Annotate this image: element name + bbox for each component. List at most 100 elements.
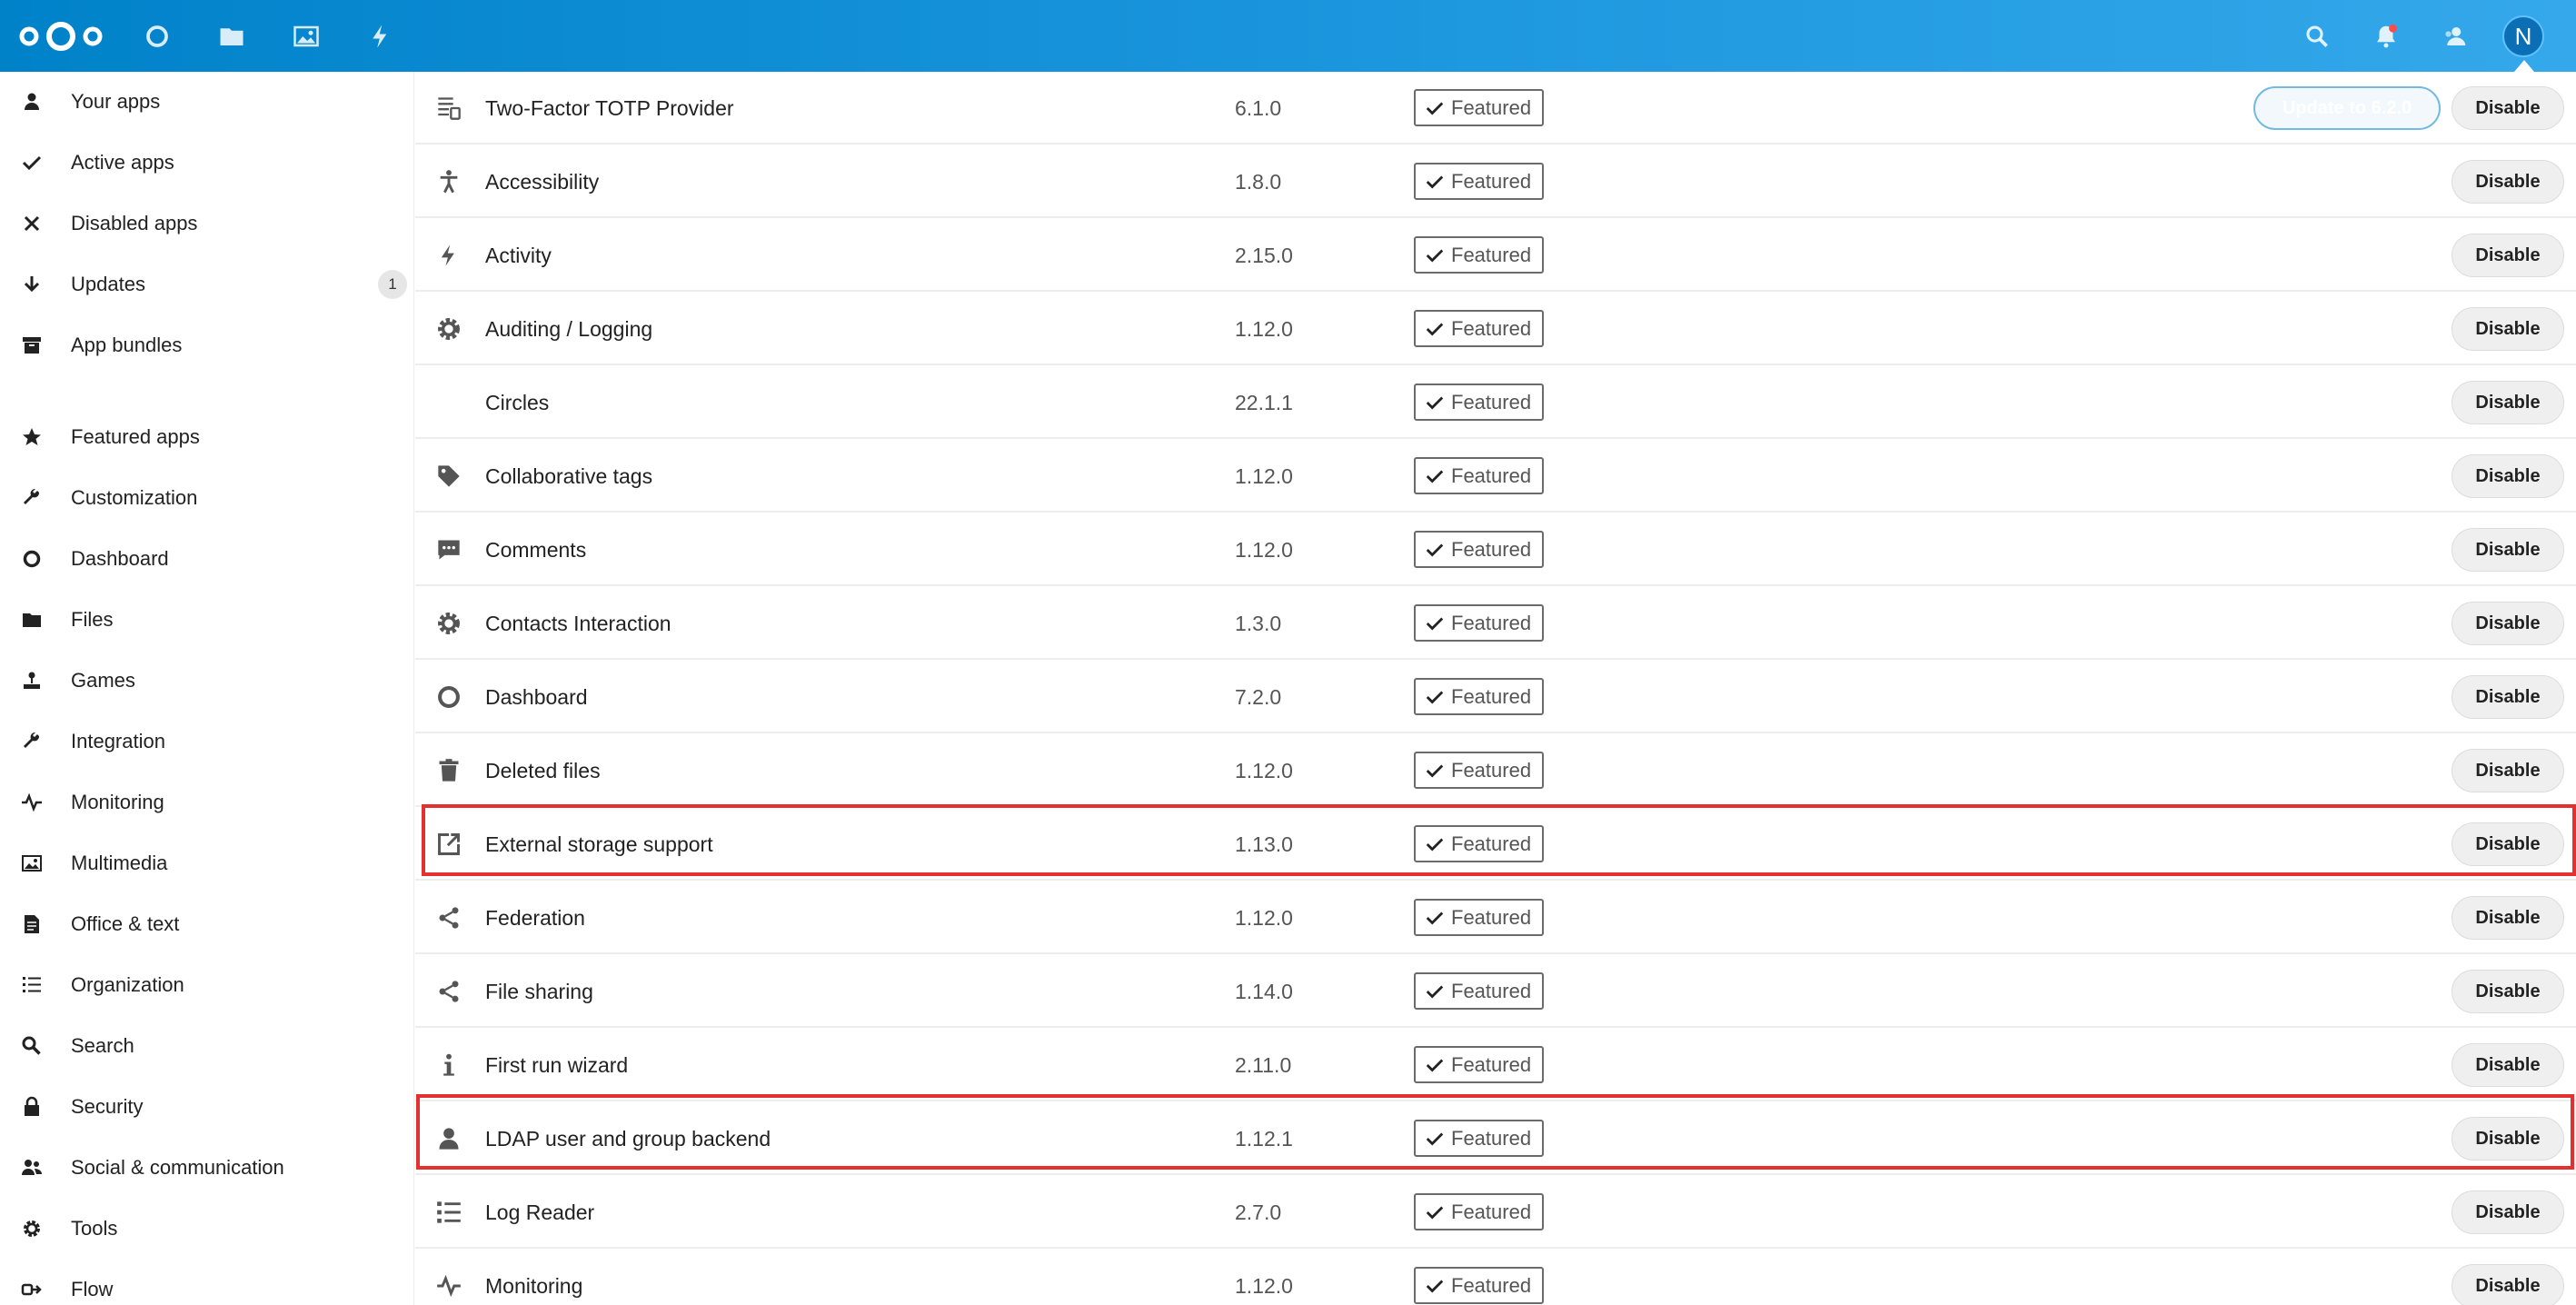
featured-badge: Featured: [1414, 310, 1544, 347]
app-row: File sharing 1.14.0 Featured Disable: [415, 955, 2576, 1028]
sidebar-item-tools[interactable]: Tools: [0, 1201, 414, 1256]
app-row: Contacts Interaction 1.3.0 Featured Disa…: [415, 587, 2576, 660]
sidebar-item-dashboard[interactable]: Dashboard: [0, 532, 414, 586]
totp-icon: [435, 95, 462, 122]
app-version: 1.12.0: [1235, 317, 1293, 341]
disable-button[interactable]: Disable: [2452, 86, 2564, 130]
app-name: LDAP user and group backend: [485, 1127, 771, 1151]
check-icon: [1426, 617, 1444, 630]
sidebar-item-label: Security: [71, 1095, 144, 1118]
sidebar-item-customization[interactable]: Customization: [0, 471, 414, 525]
check-icon: [1426, 764, 1444, 777]
circle-icon: [435, 683, 462, 711]
trash-icon: [435, 757, 462, 784]
files-icon[interactable]: [215, 20, 248, 53]
disable-button[interactable]: Disable: [2452, 381, 2564, 424]
list-icon: [20, 973, 44, 997]
sidebar-item-games[interactable]: Games: [0, 653, 414, 708]
featured-badge: Featured: [1414, 1193, 1544, 1230]
app-row: Collaborative tags 1.12.0 Featured Disab…: [415, 440, 2576, 513]
sidebar-item-social-communication[interactable]: Social & communication: [0, 1141, 414, 1195]
disable-button[interactable]: Disable: [2452, 822, 2564, 866]
pulse-icon: [20, 791, 44, 814]
sidebar-item-files[interactable]: Files: [0, 593, 414, 647]
featured-badge: Featured: [1414, 384, 1544, 421]
notifications-icon[interactable]: [2370, 20, 2402, 53]
dashboard-icon[interactable]: [141, 20, 174, 53]
sidebar-item-office-text[interactable]: Office & text: [0, 897, 414, 951]
gear-icon: [435, 610, 462, 637]
disable-button[interactable]: Disable: [2452, 970, 2564, 1013]
featured-label: Featured: [1451, 979, 1532, 1002]
activity-icon[interactable]: [364, 20, 397, 53]
archive-icon: [20, 334, 44, 357]
sidebar-item-flow[interactable]: Flow: [0, 1262, 414, 1305]
accessibility-icon: [435, 168, 462, 195]
search-icon[interactable]: [2301, 20, 2333, 53]
disable-button[interactable]: Disable: [2452, 528, 2564, 572]
featured-badge: Featured: [1414, 457, 1544, 494]
update-button[interactable]: Update to 6.2.0: [2253, 86, 2441, 130]
sidebar-item-monitoring[interactable]: Monitoring: [0, 775, 414, 830]
sidebar-item-active-apps[interactable]: Active apps: [0, 135, 414, 190]
disable-button[interactable]: Disable: [2452, 1117, 2564, 1161]
sidebar-item-label: Your apps: [71, 90, 161, 113]
app-row: Federation 1.12.0 Featured Disable: [415, 882, 2576, 954]
app-name: Log Reader: [485, 1200, 595, 1224]
check-icon: [1426, 102, 1444, 115]
check-icon: [20, 151, 44, 174]
sidebar-item-app-bundles[interactable]: App bundles: [0, 318, 414, 373]
featured-label: Featured: [1451, 537, 1532, 561]
sidebar-item-organization[interactable]: Organization: [0, 958, 414, 1012]
disable-button[interactable]: Disable: [2452, 602, 2564, 645]
check-icon: [1426, 396, 1444, 409]
app-version: 1.8.0: [1235, 170, 1282, 194]
app-row: First run wizard 2.11.0 Featured Disable: [415, 1029, 2576, 1101]
disable-button[interactable]: Disable: [2452, 1264, 2564, 1305]
app-name: File sharing: [485, 980, 593, 1003]
user-avatar[interactable]: N: [2502, 15, 2544, 57]
disable-button[interactable]: Disable: [2452, 1190, 2564, 1234]
download-icon: [20, 273, 44, 296]
disable-button[interactable]: Disable: [2452, 234, 2564, 277]
circle-icon: [20, 547, 44, 571]
app-row: Monitoring 1.12.0 Featured Disable: [415, 1250, 2576, 1305]
check-icon: [1426, 985, 1444, 998]
sidebar-item-featured-apps[interactable]: Featured apps: [0, 410, 414, 464]
sidebar-item-label: Files: [71, 608, 114, 631]
disable-button[interactable]: Disable: [2452, 675, 2564, 719]
disable-button[interactable]: Disable: [2452, 1043, 2564, 1087]
wrench-icon: [20, 486, 44, 510]
sidebar-item-integration[interactable]: Integration: [0, 714, 414, 769]
featured-badge: Featured: [1414, 531, 1544, 568]
app-row: Auditing / Logging 1.12.0 Featured Disab…: [415, 293, 2576, 365]
sidebar-item-label: Office & text: [71, 912, 180, 935]
user-icon: [20, 90, 44, 114]
sidebar-item-search[interactable]: Search: [0, 1019, 414, 1073]
featured-label: Featured: [1451, 463, 1532, 487]
sidebar-item-multimedia[interactable]: Multimedia: [0, 836, 414, 891]
sidebar-item-updates[interactable]: Updates 1: [0, 257, 414, 312]
disable-button[interactable]: Disable: [2452, 307, 2564, 351]
check-icon: [1426, 1206, 1444, 1219]
sidebar-item-disabled-apps[interactable]: Disabled apps: [0, 196, 414, 251]
app-name: Dashboard: [485, 685, 588, 709]
disable-button[interactable]: Disable: [2452, 749, 2564, 792]
flow-icon: [20, 1278, 44, 1301]
app-version: 6.1.0: [1235, 96, 1282, 120]
photos-icon[interactable]: [290, 20, 323, 53]
nextcloud-logo-icon[interactable]: [16, 18, 105, 55]
app-name: Deleted files: [485, 759, 601, 782]
disable-button[interactable]: Disable: [2452, 454, 2564, 498]
sidebar-item-label: Customization: [71, 486, 198, 509]
featured-badge: Featured: [1414, 604, 1544, 642]
featured-label: Featured: [1451, 316, 1532, 340]
app-row: Circles 22.1.1 Featured Disable: [415, 366, 2576, 439]
sidebar-item-your-apps[interactable]: Your apps: [0, 75, 414, 129]
contacts-icon[interactable]: [2439, 20, 2472, 53]
sidebar-item-security[interactable]: Security: [0, 1080, 414, 1134]
disable-button[interactable]: Disable: [2452, 160, 2564, 204]
disable-button[interactable]: Disable: [2452, 896, 2564, 940]
app-row: Deleted files 1.12.0 Featured Disable: [415, 734, 2576, 807]
featured-badge: Featured: [1414, 236, 1544, 274]
